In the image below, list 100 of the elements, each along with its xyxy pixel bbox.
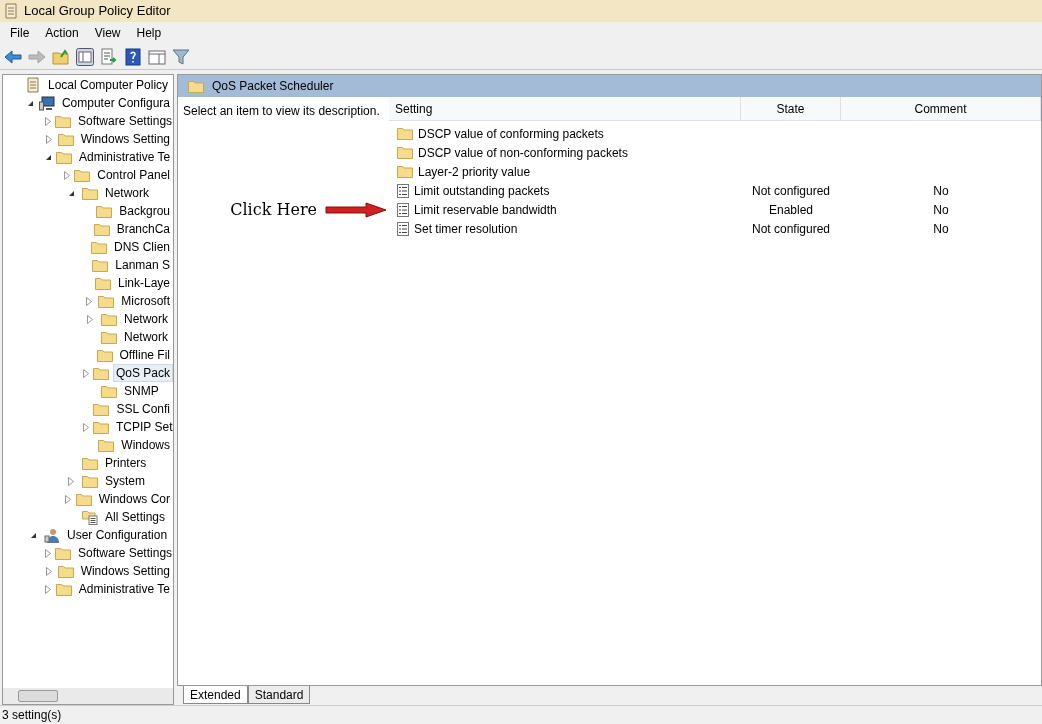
- tree-item[interactable]: Windows: [118, 436, 173, 454]
- tree-item[interactable]: Windows Cor: [95, 490, 173, 508]
- comment-cell: No: [933, 202, 949, 217]
- setting-name[interactable]: Set timer resolution: [414, 219, 518, 238]
- tree-item[interactable]: Software Settings: [75, 112, 173, 130]
- tree-item[interactable]: Network: [121, 328, 171, 346]
- expanded-triangle-icon[interactable]: [45, 153, 52, 161]
- tree-item[interactable]: Local Computer Policy: [45, 76, 172, 94]
- export-list-icon[interactable]: [100, 47, 118, 66]
- user-icon: [44, 527, 60, 543]
- back-arrow-icon[interactable]: [4, 47, 22, 66]
- menu-item[interactable]: Action: [37, 23, 87, 43]
- folder-icon: [82, 456, 98, 470]
- folder-icon: [91, 240, 107, 254]
- tree-item[interactable]: Control Panel: [94, 166, 173, 184]
- folder-up-icon[interactable]: [52, 47, 70, 66]
- tree-item[interactable]: Software Settings: [75, 544, 173, 562]
- collapsed-triangle-icon[interactable]: [46, 134, 53, 144]
- state-cell: Not configured: [751, 221, 830, 236]
- collapsed-triangle-icon[interactable]: [64, 170, 71, 180]
- pane-toggle-icon[interactable]: [76, 47, 94, 66]
- settings-list-icon: [82, 509, 98, 525]
- tree-item[interactable]: BranchCa: [113, 220, 173, 238]
- tree-item[interactable]: SSL Confi: [113, 400, 173, 418]
- collapsed-triangle-icon[interactable]: [87, 314, 93, 324]
- tree-item[interactable]: Link-Laye: [114, 274, 173, 292]
- tree-item[interactable]: Windows Setting: [77, 562, 173, 580]
- folder-icon: [55, 114, 71, 128]
- tree-item[interactable]: Offline Fil: [116, 346, 173, 364]
- tree-item[interactable]: Network: [102, 184, 152, 202]
- folder-icon: [57, 132, 74, 146]
- folder-icon: [397, 165, 413, 178]
- tree-item[interactable]: Administrative Te: [75, 580, 173, 598]
- folder-icon: [96, 348, 113, 362]
- setting-name[interactable]: DSCP value of non-conforming packets: [418, 143, 628, 162]
- setting-name[interactable]: Limit reservable bandwidth: [414, 200, 557, 219]
- folder-icon: [397, 146, 413, 159]
- annotation-text: Click Here: [230, 198, 317, 221]
- tree-item[interactable]: Administrative Te: [76, 148, 173, 166]
- menu-item[interactable]: View: [86, 23, 129, 43]
- tree-item[interactable]: All Settings: [102, 508, 169, 526]
- collapsed-triangle-icon[interactable]: [64, 494, 71, 504]
- expanded-triangle-icon[interactable]: [29, 531, 37, 539]
- folder-icon: [101, 330, 117, 344]
- collapsed-triangle-icon[interactable]: [45, 548, 51, 558]
- folder-icon: [93, 402, 110, 416]
- folder-icon: [74, 168, 91, 182]
- folder-icon: [96, 204, 113, 218]
- tree-item[interactable]: Microsoft: [118, 292, 173, 310]
- help-icon[interactable]: [124, 47, 142, 66]
- collapsed-triangle-icon[interactable]: [83, 422, 89, 432]
- scroll-icon: [4, 3, 18, 19]
- window-title: Local Group Policy Editor: [24, 2, 171, 21]
- tree-item[interactable]: SNMP: [121, 382, 162, 400]
- state-cell: Enabled: [768, 202, 813, 217]
- tree-item[interactable]: Lanman S: [112, 256, 173, 274]
- folder-icon: [82, 186, 98, 200]
- tree-item[interactable]: DNS Clien: [111, 238, 173, 256]
- tree-item[interactable]: Printers: [102, 454, 150, 472]
- tree-item[interactable]: User Configuration: [64, 526, 171, 544]
- menu-item[interactable]: Help: [128, 23, 170, 43]
- column-header[interactable]: Setting: [389, 97, 741, 120]
- horizontal-scrollbar[interactable]: [3, 688, 173, 704]
- pointing-arrow-icon: [325, 201, 387, 218]
- tree-item[interactable]: System: [102, 472, 148, 490]
- tree-item[interactable]: Windows Setting: [77, 130, 173, 148]
- folder-icon: [397, 127, 413, 140]
- folder-icon: [94, 276, 111, 290]
- collapsed-triangle-icon[interactable]: [45, 584, 52, 594]
- collapsed-triangle-icon[interactable]: [46, 566, 53, 576]
- setting-name[interactable]: Layer-2 priority value: [418, 162, 531, 181]
- view-tab[interactable]: Standard: [247, 686, 311, 704]
- view-tab[interactable]: Extended: [183, 686, 248, 704]
- expanded-triangle-icon[interactable]: [26, 99, 34, 107]
- description-text: Select an item to view its description.: [183, 104, 380, 118]
- expanded-triangle-icon[interactable]: [67, 189, 75, 197]
- folder-icon: [55, 546, 71, 560]
- column-header[interactable]: State: [741, 97, 841, 120]
- panel-icon[interactable]: [148, 47, 166, 66]
- folder-icon: [188, 79, 204, 93]
- collapsed-triangle-icon[interactable]: [83, 368, 89, 378]
- folder-icon: [98, 438, 115, 452]
- comment-cell: No: [933, 183, 949, 198]
- header-title: QoS Packet Scheduler: [212, 78, 334, 95]
- collapsed-triangle-icon[interactable]: [68, 476, 74, 486]
- tree-item[interactable]: QoS Pack: [113, 364, 173, 382]
- setting-name[interactable]: DSCP value of conforming packets: [418, 124, 604, 143]
- filter-icon[interactable]: [172, 47, 190, 66]
- tree-item[interactable]: TCPIP Set: [113, 418, 173, 436]
- tree-item[interactable]: Backgrou: [116, 202, 173, 220]
- tree-item[interactable]: Computer Configura: [58, 94, 173, 112]
- column-header[interactable]: Comment: [841, 97, 1041, 120]
- folder-icon: [98, 294, 115, 308]
- setting-name[interactable]: Limit outstanding packets: [414, 181, 550, 200]
- tree-item[interactable]: Network: [121, 310, 171, 328]
- collapsed-triangle-icon[interactable]: [85, 296, 92, 306]
- folder-icon: [93, 366, 109, 380]
- folder-icon: [82, 474, 98, 488]
- collapsed-triangle-icon[interactable]: [45, 116, 51, 126]
- menu-item[interactable]: File: [2, 23, 38, 43]
